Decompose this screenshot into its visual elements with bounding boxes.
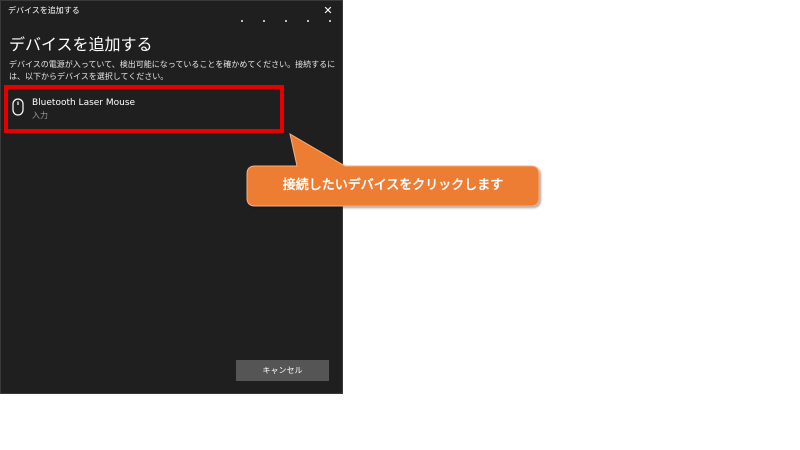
progress-dot [285, 20, 287, 22]
cancel-button[interactable]: キャンセル [236, 360, 329, 381]
progress-dots [241, 20, 331, 22]
device-list-item[interactable]: Bluetooth Laser Mouse 入力 [3, 89, 342, 137]
callout-text: 接続したいデバイスをクリックします [282, 178, 504, 193]
mouse-icon [12, 98, 24, 116]
device-name: Bluetooth Laser Mouse [32, 98, 136, 108]
device-type: 入力 [32, 111, 48, 120]
dialog-description: デバイスの電源が入っていて、検出可能になっていることを確かめてください。接続する… [9, 60, 336, 81]
progress-dot [263, 20, 265, 22]
progress-dot [329, 20, 331, 22]
window-title: デバイスを追加する [8, 6, 80, 15]
dialog-heading: デバイスを追加する [9, 35, 153, 54]
progress-dot [241, 20, 243, 22]
progress-dot [307, 20, 309, 22]
screenshot-stage: デバイスを追加する ✕ デバイスを追加する デバイスの電源が入っていて、検出可能… [0, 0, 800, 450]
close-icon[interactable]: ✕ [320, 3, 336, 19]
title-bar: デバイスを追加する ✕ [1, 1, 342, 21]
